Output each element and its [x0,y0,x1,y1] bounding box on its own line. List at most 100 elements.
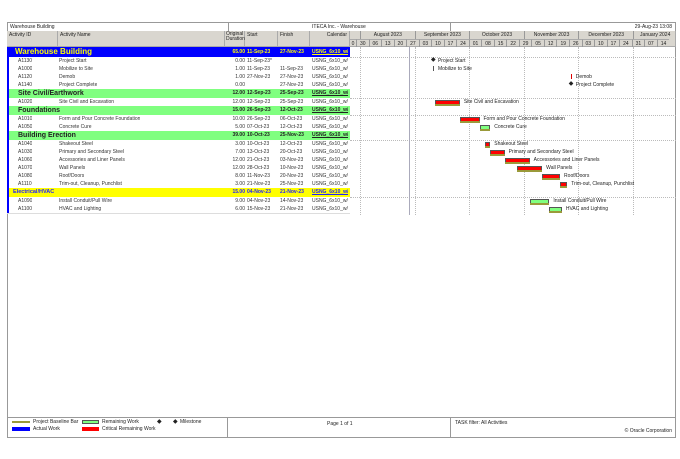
activity-name: Mobilize to Site [59,66,93,72]
milestone-tick [570,74,572,79]
activity-name: Project Complete [59,82,98,88]
calendar: USNG_6x10_w/ [312,82,348,88]
start-date: 12-Sep-23 [247,90,271,96]
start-date: 04-Nov-23 [247,189,271,195]
bar-label: Demob [575,74,592,80]
start-date: 11-Sep-23* [247,58,272,64]
column-header-activity-id[interactable]: Activity ID [7,31,58,47]
bar-label: Site Civil and Excavation [463,99,519,105]
calendar: USNG_6x10_w/ [312,173,348,179]
month-gridline [577,47,579,215]
activity-name: Primary and Secondary Steel [59,149,125,155]
bar-label: Wall Panels [546,165,573,171]
duration: 39.00 [232,132,245,138]
start-date: 26-Sep-23 [247,116,271,122]
duration: 12.00 [232,99,245,105]
column-header-calendar[interactable]: Calendar [310,31,350,47]
legend-remaining-swatch [82,420,99,424]
wbs-name: Site Civil/Earthwork [18,90,84,97]
finish-date: 25-Nov-23 [280,132,304,138]
start-date: 28-Oct-23 [247,165,270,171]
week-label: 17 [443,39,457,47]
calendar: USNG_6x10_w/ [312,189,349,195]
baseline-bar [490,154,505,156]
bar-label: Mobilize to Site [437,66,472,72]
duration: 65.00 [232,49,245,55]
calendar: USNG_6x10_w/ [312,58,348,64]
col-label: Finish [280,32,294,38]
finish-date: 11-Sep-23 [280,66,303,72]
bar-label: Roof/Doors [564,173,590,179]
week-label: 15 [493,39,507,47]
milestone-diamond-icon: ◆ [430,57,436,63]
company-title: ITECA Inc. - Warehouse [312,24,366,30]
bar-label: Project Complete [575,82,615,88]
filter-label: TASK filter: All Activities [455,420,508,426]
activity-name: Accessories and Liner Panels [59,157,125,163]
milestone-tick [432,66,434,71]
col-label: Original Duration [226,31,245,42]
duration: 0.00 [235,82,245,88]
duration: 6.00 [235,206,245,212]
duration: 3.00 [235,141,245,147]
week-label: 14 [656,39,670,47]
duration: 10.00 [232,116,245,122]
wbs-gridline [350,57,676,58]
col-label: Start [247,32,258,38]
week-label: 24 [456,39,469,47]
column-header-activity-name[interactable]: Activity Name [58,31,225,47]
baseline-bar [434,104,460,106]
duration: 12.00 [232,165,245,171]
week-label: 22 [506,39,519,47]
duration: 9.00 [235,198,245,204]
finish-date: 12-Oct-23 [280,107,303,113]
activity-id: A1100 [18,206,33,212]
milestone-diamond-icon: ◆ [568,81,574,87]
finish-date: 27-Nov-23 [280,49,304,55]
col-label: Calendar [326,32,347,38]
month-label: January 2024 [633,31,676,39]
activity-name: Trim-out, Cleanup, Punchlist [59,181,122,187]
footer-divider [227,417,228,438]
month-label: December 2023 [577,31,633,39]
week-label: 19 [556,39,569,47]
start-date: 21-Nov-23 [247,181,271,187]
finish-date: 27-Nov-23 [280,82,304,88]
activity-name: Site Civil and Excavation [59,99,115,105]
week-label: 06 [368,39,382,47]
duration: 1.00 [235,74,245,80]
legend-baseline-label: Project Baseline Bar [33,419,79,425]
baseline-bar [542,178,561,180]
finish-date: 20-Oct-23 [280,149,303,155]
finish-date: 21-Nov-23 [280,189,304,195]
column-header-start[interactable]: Start [245,31,278,47]
legend-remaining-label: Remaining Work [102,419,139,425]
baseline-bar [504,162,530,164]
activity-id: A1010 [18,116,33,122]
calendar: USNG_6x10_w/ [312,165,348,171]
activity-name: HVAC and Lighting [59,206,102,212]
activity-name: Install Conduit/Pull Wire [59,198,113,204]
wbs-name: Building Erection [18,132,76,139]
start-date: 10-Oct-23 [247,132,270,138]
start-date: 26-Sep-23 [247,107,271,113]
activity-id: A1030 [18,149,33,155]
activity-id: A1140 [18,82,33,88]
column-header-duration[interactable]: Original Duration [225,31,245,47]
wbs-indent-bar [7,47,9,213]
activity-id: A1130 [18,58,33,64]
table-row[interactable]: A1100 HVAC and Lighting 6.00 15-Nov-23 21-No… [7,205,350,214]
week-label: 13 [381,39,394,47]
week-label: 12 [543,39,557,47]
activity-name: Shakeout Steel [59,141,93,147]
baseline-bar [479,129,491,131]
diamond-icon: ◆ [173,419,178,425]
title-divider [450,22,451,31]
week-label: 31 [631,39,645,47]
calendar: USNG_6x10_w/ [312,116,348,122]
start-date: 27-Nov-23 [247,74,271,80]
column-header-finish[interactable]: Finish [278,31,310,47]
start-date: 11-Sep-23 [247,66,270,72]
start-date: 11-Nov-23 [247,173,270,179]
bar-label: Trim-out, Cleanup, Punchlist [571,181,635,187]
